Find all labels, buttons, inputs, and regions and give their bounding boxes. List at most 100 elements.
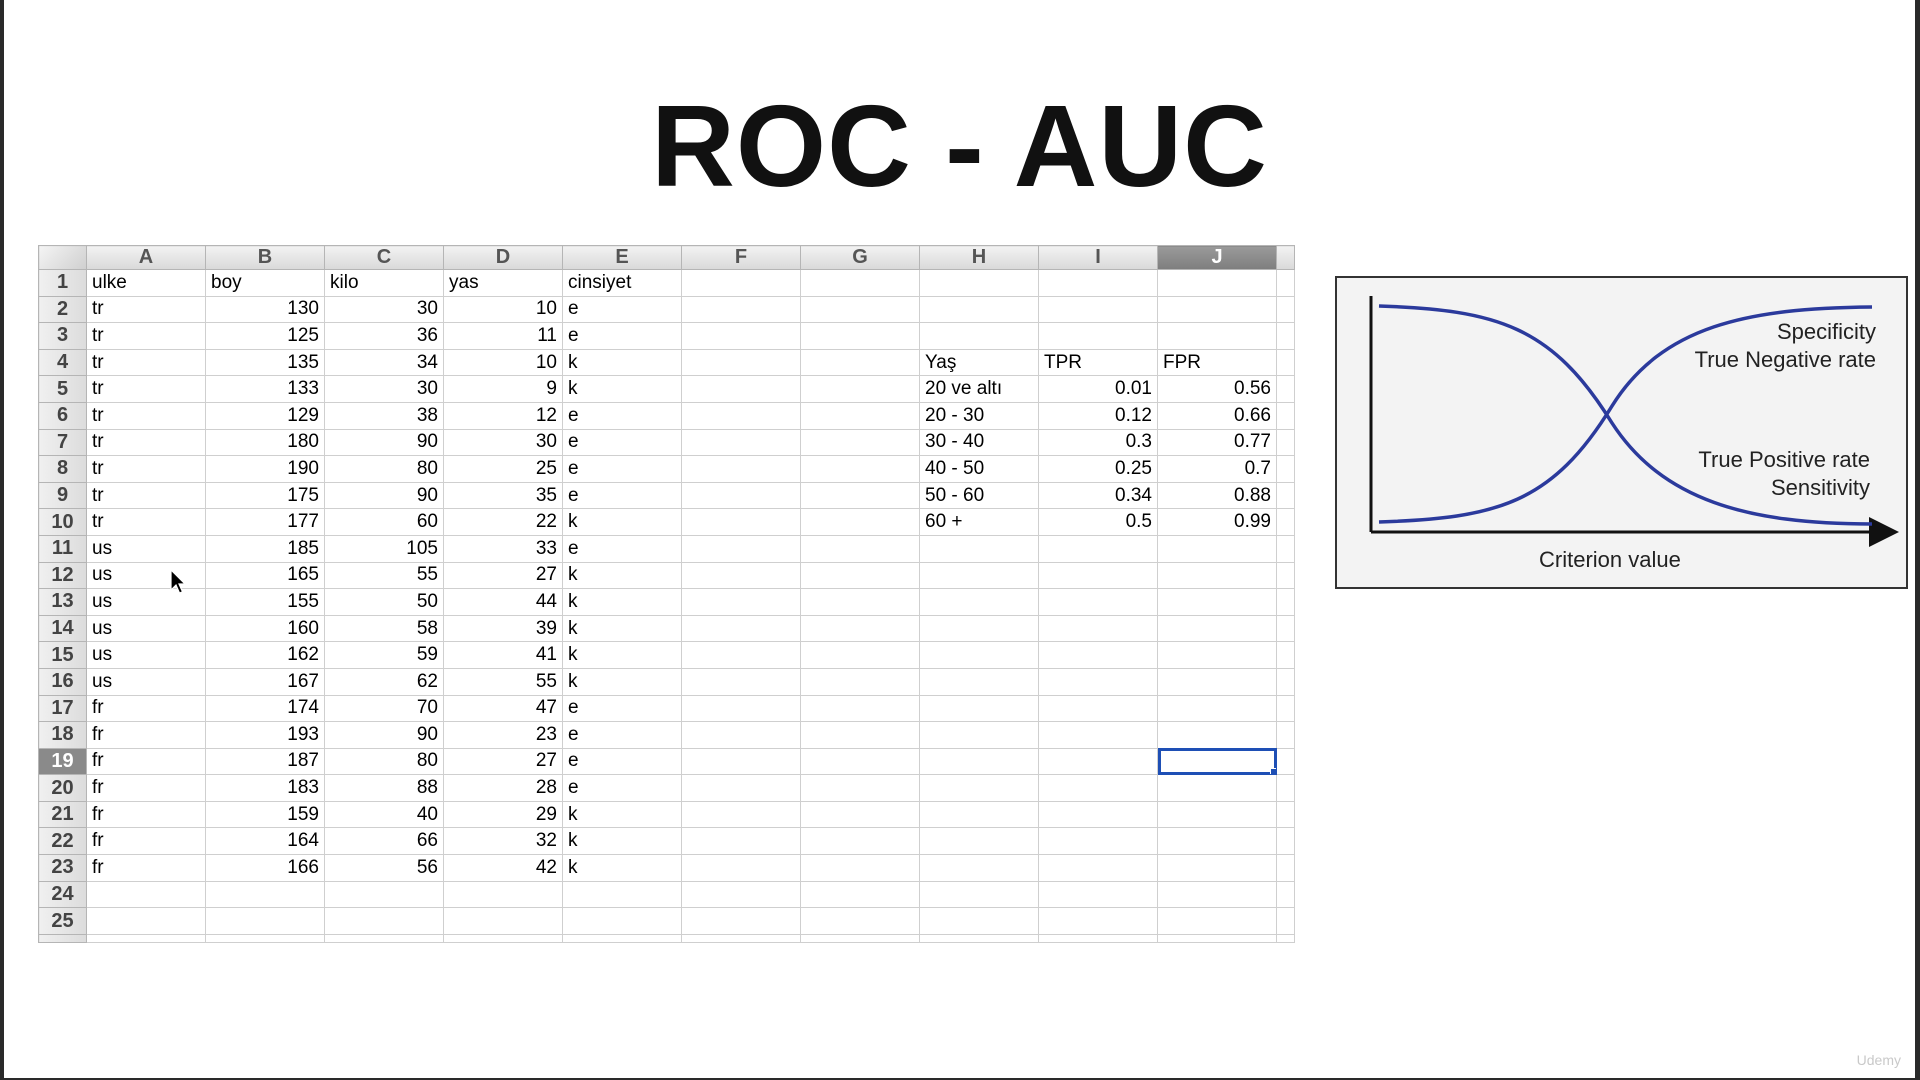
cell-f23[interactable] <box>681 854 801 882</box>
select-all-corner[interactable] <box>38 245 87 270</box>
cell-a15[interactable]: us <box>86 641 206 669</box>
cell-a3[interactable]: tr <box>86 322 206 350</box>
cell-i14[interactable] <box>1038 614 1158 643</box>
cell-e18[interactable]: e <box>562 721 682 749</box>
cell-h17[interactable] <box>919 694 1039 723</box>
cell-j8[interactable]: 0.7 <box>1157 455 1277 483</box>
cell-f7[interactable] <box>681 428 801 457</box>
cell-b22[interactable]: 164 <box>205 827 325 856</box>
cell-j3[interactable] <box>1157 322 1277 350</box>
cell-h4[interactable]: Yaş <box>919 348 1039 377</box>
cell-b14[interactable]: 160 <box>205 614 325 643</box>
cell-a14[interactable]: us <box>86 614 206 643</box>
cell-a17[interactable]: fr <box>86 694 206 723</box>
cell-e21[interactable]: k <box>562 800 682 829</box>
cell-i5[interactable]: 0.01 <box>1038 375 1158 403</box>
cell-j25[interactable] <box>1157 907 1277 935</box>
cell-i2[interactable] <box>1038 295 1158 324</box>
cell-j9[interactable]: 0.88 <box>1157 481 1277 510</box>
cell-g4[interactable] <box>800 348 920 377</box>
cell-d5[interactable]: 9 <box>443 375 563 403</box>
cell-j15[interactable] <box>1157 641 1277 669</box>
cell-b24[interactable] <box>205 880 325 909</box>
cell-f15[interactable] <box>681 641 801 669</box>
cell-a21[interactable]: fr <box>86 800 206 829</box>
cell-b9[interactable]: 175 <box>205 481 325 510</box>
cell-g21[interactable] <box>800 800 920 829</box>
cell-i17[interactable] <box>1038 694 1158 723</box>
cell-i25[interactable] <box>1038 907 1158 935</box>
cell-h20[interactable] <box>919 774 1039 802</box>
cell-e6[interactable]: e <box>562 401 682 430</box>
cell-d8[interactable]: 25 <box>443 455 563 483</box>
row-header-17[interactable]: 17 <box>38 694 87 723</box>
cell-c12[interactable]: 55 <box>324 561 444 590</box>
cell-f10[interactable] <box>681 508 801 536</box>
cell-h13[interactable] <box>919 588 1039 616</box>
row-header-11[interactable]: 11 <box>38 534 87 563</box>
cell-i19[interactable] <box>1038 747 1158 776</box>
cell-j4[interactable]: FPR <box>1157 348 1277 377</box>
cell-g12[interactable] <box>800 561 920 590</box>
cell-b16[interactable]: 167 <box>205 667 325 696</box>
cell-d12[interactable]: 27 <box>443 561 563 590</box>
row-header-5[interactable]: 5 <box>38 375 87 403</box>
cell-b25[interactable] <box>205 907 325 935</box>
cell-j2[interactable] <box>1157 295 1277 324</box>
cell-c22[interactable]: 66 <box>324 827 444 856</box>
cell-g2[interactable] <box>800 295 920 324</box>
cell-b3[interactable]: 125 <box>205 322 325 350</box>
cell-b21[interactable]: 159 <box>205 800 325 829</box>
cell-c20[interactable]: 88 <box>324 774 444 802</box>
cell-i11[interactable] <box>1038 534 1158 563</box>
cell-d3[interactable]: 11 <box>443 322 563 350</box>
cell-i8[interactable]: 0.25 <box>1038 455 1158 483</box>
cell-e17[interactable]: e <box>562 694 682 723</box>
column-header-h[interactable]: H <box>919 245 1039 270</box>
cell-d2[interactable]: 10 <box>443 295 563 324</box>
cell-g14[interactable] <box>800 614 920 643</box>
cell-g19[interactable] <box>800 747 920 776</box>
cell-g9[interactable] <box>800 481 920 510</box>
cell-h18[interactable] <box>919 721 1039 749</box>
cell-b7[interactable]: 180 <box>205 428 325 457</box>
cell-f3[interactable] <box>681 322 801 350</box>
cell-d19[interactable]: 27 <box>443 747 563 776</box>
cell-d17[interactable]: 47 <box>443 694 563 723</box>
column-header-i[interactable]: I <box>1038 245 1158 270</box>
cell-h8[interactable]: 40 - 50 <box>919 455 1039 483</box>
cell-e13[interactable]: k <box>562 588 682 616</box>
cell-e15[interactable]: k <box>562 641 682 669</box>
cell-a8[interactable]: tr <box>86 455 206 483</box>
cell-b18[interactable]: 193 <box>205 721 325 749</box>
cell-c23[interactable]: 56 <box>324 854 444 882</box>
cell-i7[interactable]: 0.3 <box>1038 428 1158 457</box>
cell-i24[interactable] <box>1038 880 1158 909</box>
cell-f6[interactable] <box>681 401 801 430</box>
row-header-3[interactable]: 3 <box>38 322 87 350</box>
cell-c24[interactable] <box>324 880 444 909</box>
cell-a6[interactable]: tr <box>86 401 206 430</box>
cell-g22[interactable] <box>800 827 920 856</box>
column-header-e[interactable]: E <box>562 245 682 270</box>
cell-h15[interactable] <box>919 641 1039 669</box>
cell-d10[interactable]: 22 <box>443 508 563 536</box>
cell-b4[interactable]: 135 <box>205 348 325 377</box>
cell-a1[interactable]: ulke <box>86 269 206 297</box>
cell-f25[interactable] <box>681 907 801 935</box>
cell-d23[interactable]: 42 <box>443 854 563 882</box>
cell-e3[interactable]: e <box>562 322 682 350</box>
cell-d16[interactable]: 55 <box>443 667 563 696</box>
cell-e22[interactable]: k <box>562 827 682 856</box>
cell-h9[interactable]: 50 - 60 <box>919 481 1039 510</box>
cell-h1[interactable] <box>919 269 1039 297</box>
cell-d6[interactable]: 12 <box>443 401 563 430</box>
cell-g11[interactable] <box>800 534 920 563</box>
cell-e14[interactable]: k <box>562 614 682 643</box>
row-header-25[interactable]: 25 <box>38 907 87 935</box>
cell-d24[interactable] <box>443 880 563 909</box>
cell-e25[interactable] <box>562 907 682 935</box>
cell-i18[interactable] <box>1038 721 1158 749</box>
cell-d22[interactable]: 32 <box>443 827 563 856</box>
cell-a20[interactable]: fr <box>86 774 206 802</box>
